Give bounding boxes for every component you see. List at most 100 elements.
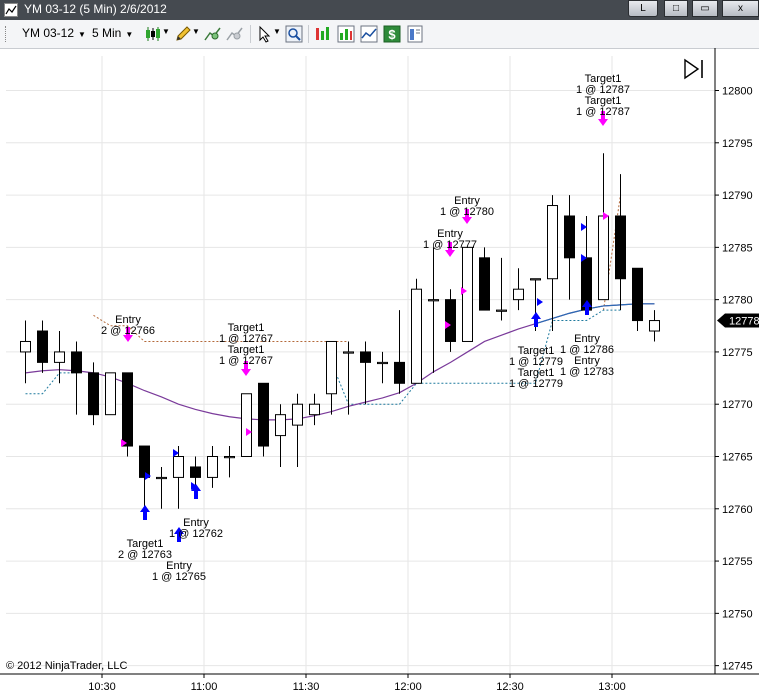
zoom-icon[interactable] xyxy=(285,25,303,43)
candle-body xyxy=(88,372,99,416)
pencil-draw-icon[interactable] xyxy=(174,25,192,43)
annotation-text: 1 @ 12765 xyxy=(152,571,206,583)
annotation-text: 2 @ 12763 xyxy=(118,549,172,561)
candle-body xyxy=(20,340,31,353)
candle-body xyxy=(37,330,48,363)
y-tick-label: 12775 xyxy=(722,347,753,359)
chart-grid xyxy=(6,56,715,674)
toolbar-separator xyxy=(308,25,309,43)
instrument-dropdown[interactable]: YM 03-12 ▼ xyxy=(22,26,86,40)
interval-label: 5 Min xyxy=(92,26,122,40)
current-price-label: 12778 xyxy=(729,316,759,328)
candle-body xyxy=(513,288,524,301)
y-tick-label: 12755 xyxy=(722,556,753,568)
annotation-text: 2 @ 12766 xyxy=(101,325,155,337)
restore-button[interactable]: ▭ xyxy=(692,0,718,17)
annotation-text: 1 @ 12762 xyxy=(169,528,223,540)
y-tick-label: 12785 xyxy=(722,242,753,254)
candle-body xyxy=(54,351,65,363)
copyright-text: © 2012 NinjaTrader, LLC xyxy=(6,660,128,672)
annotation-text: 1 @ 12780 xyxy=(440,206,494,218)
candle-body xyxy=(564,215,575,259)
candle-body xyxy=(241,393,252,457)
chart-app-icon xyxy=(4,3,18,17)
y-tick-label: 12795 xyxy=(722,138,753,150)
candle-body xyxy=(428,299,439,302)
interval-dropdown[interactable]: 5 Min ▼ xyxy=(92,26,133,40)
candle-body xyxy=(190,466,201,478)
candle-body xyxy=(309,403,320,416)
candle-body xyxy=(71,351,82,374)
candle-body xyxy=(224,455,235,459)
chevron-down-icon: ▼ xyxy=(78,30,86,39)
annotation-text: 1 @ 12767 xyxy=(219,355,273,367)
y-tick-label: 12780 xyxy=(722,295,753,307)
instrument-label: YM 03-12 xyxy=(22,26,75,40)
candle-body xyxy=(496,309,507,312)
annotation-text: 1 @ 12783 xyxy=(560,366,614,378)
candle-body xyxy=(598,215,609,301)
minimize-button[interactable]: L xyxy=(628,0,658,17)
y-tick-label: 12745 xyxy=(722,661,753,673)
annotation-text: 1 @ 12787 xyxy=(576,106,630,118)
candle-body xyxy=(394,361,405,384)
chart-area[interactable]: Entry 2 @ 12766 Target1 1 @ 12767 Target1 1 @… xyxy=(0,48,759,697)
chevron-down-icon[interactable]: ▼ xyxy=(273,27,281,36)
candle-body xyxy=(275,414,286,437)
candle-body xyxy=(445,299,456,342)
candle-body xyxy=(615,215,626,280)
annotation-text: 1 @ 12777 xyxy=(423,239,477,251)
indicator-add-icon[interactable] xyxy=(204,25,222,43)
bar-chart-icon[interactable] xyxy=(337,25,355,43)
properties-icon[interactable] xyxy=(406,25,424,43)
candle-body xyxy=(343,351,354,354)
y-tick-label: 12750 xyxy=(722,608,753,620)
candlestick-style-icon[interactable] xyxy=(144,25,162,43)
y-tick-label: 12800 xyxy=(722,86,753,98)
candle-body xyxy=(377,361,388,365)
candle-body xyxy=(632,267,643,322)
candle-body xyxy=(547,205,558,280)
y-tick-label: 12760 xyxy=(722,504,753,516)
candle-body xyxy=(258,382,269,447)
candle-body xyxy=(173,455,184,478)
y-tick-label: 12770 xyxy=(722,399,753,411)
chart-trader-icon[interactable] xyxy=(314,25,332,43)
close-button[interactable]: x xyxy=(722,0,759,17)
candle-body xyxy=(462,246,473,342)
strategy-icon[interactable] xyxy=(226,25,244,43)
chart-toolbar: YM 03-12 ▼ 5 Min ▼ ▼ ▼ ▼ $ xyxy=(0,20,759,49)
x-tick-label: 12:30 xyxy=(496,681,524,693)
x-tick-label: 13:00 xyxy=(598,681,626,693)
candle-body xyxy=(479,257,490,311)
chevron-down-icon: ▼ xyxy=(125,30,134,39)
candle-body xyxy=(139,445,150,478)
svg-text:$: $ xyxy=(388,27,396,42)
chevron-down-icon[interactable]: ▼ xyxy=(162,27,170,36)
dollar-icon[interactable]: $ xyxy=(383,25,401,43)
candle-body xyxy=(207,455,218,478)
toolbar-grip[interactable] xyxy=(5,26,9,42)
plot-background xyxy=(6,56,715,674)
x-tick-label: 11:00 xyxy=(191,681,218,693)
x-tick-label: 10:30 xyxy=(88,681,116,693)
data-series-icon[interactable] xyxy=(360,25,378,43)
window-title: YM 03-12 (5 Min) 2/6/2012 xyxy=(24,2,167,16)
title-bar[interactable]: YM 03-12 (5 Min) 2/6/2012 L □ ▭ x xyxy=(0,0,759,20)
cursor-pointer-icon[interactable] xyxy=(256,25,274,43)
y-tick-label: 12790 xyxy=(722,190,753,202)
price-chart[interactable]: Entry2 @ 12766 Target11 @ 12767Target11 @… xyxy=(0,48,759,697)
y-tick-label: 12765 xyxy=(722,451,753,463)
chevron-down-icon[interactable]: ▼ xyxy=(192,27,200,36)
candle-body xyxy=(649,320,660,332)
candle-body xyxy=(156,476,167,480)
x-tick-label: 12:00 xyxy=(394,681,422,693)
candle-body xyxy=(530,278,541,281)
maximize-button[interactable]: □ xyxy=(664,0,688,17)
candle-body xyxy=(411,288,422,384)
candle-body xyxy=(105,372,116,416)
toolbar-separator xyxy=(250,25,251,43)
candle-body xyxy=(360,351,371,363)
candle-body xyxy=(122,372,133,447)
candle-body xyxy=(326,340,337,395)
